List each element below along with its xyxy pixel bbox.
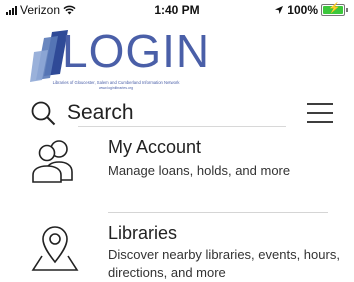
search-icon[interactable] <box>30 100 56 126</box>
hamburger-menu-icon[interactable] <box>306 102 334 124</box>
location-arrow-icon <box>275 6 284 14</box>
search-bar[interactable]: Search <box>0 96 354 130</box>
libraries-description: Discover nearby libraries, events, hours… <box>108 247 340 280</box>
menu-item-my-account[interactable]: My Account Manage loans, holds, and more <box>0 134 354 204</box>
search-input[interactable]: Search <box>67 101 134 125</box>
map-location-icon <box>31 226 79 271</box>
status-bar: Verizon 1:40 PM 100% ⚡ <box>0 0 354 20</box>
search-divider <box>78 126 286 127</box>
login-logo: LOGIN Libraries of Gloucester, Salem and… <box>30 25 209 96</box>
battery-percentage: 100% <box>287 3 318 17</box>
battery-icon: ⚡ <box>321 3 345 16</box>
logo-subtitle: Libraries of Gloucester, Salem and Cumbe… <box>52 80 180 85</box>
menu-item-libraries[interactable]: Libraries Discover nearby libraries, eve… <box>0 220 354 280</box>
users-icon <box>32 140 73 183</box>
logo-wordmark: LOGIN <box>62 25 211 77</box>
logo-url: www.loginlibraries.org <box>98 86 134 90</box>
my-account-description: Manage loans, holds, and more <box>108 163 291 178</box>
menu-divider <box>108 212 328 213</box>
my-account-title: My Account <box>108 137 202 157</box>
libraries-title: Libraries <box>108 223 178 243</box>
